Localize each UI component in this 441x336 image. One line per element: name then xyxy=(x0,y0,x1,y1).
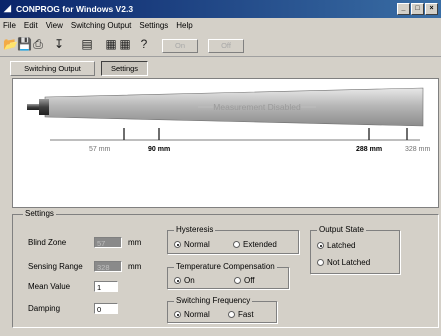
hysteresis-group: Hysteresis Normal Extended xyxy=(167,225,299,254)
frequency-fast-option[interactable]: Fast xyxy=(228,310,254,319)
sensor-range-graph: Measurement Disabled 57 mm 90 mm 288 mm … xyxy=(12,78,439,208)
settings-title: Settings xyxy=(23,209,56,218)
sensing-range-unit: mm xyxy=(128,262,142,271)
blind-zone-label: Blind Zone xyxy=(28,238,67,247)
tab-switching-output[interactable]: Switching Output xyxy=(10,61,95,76)
menu-switching-output[interactable]: Switching Output xyxy=(67,19,135,33)
blind-zone-unit: mm xyxy=(128,238,142,247)
help-icon[interactable]: ? xyxy=(137,37,151,51)
temperature-off-label: Off xyxy=(244,276,255,285)
temperature-compensation-title: Temperature Compensation xyxy=(174,262,277,271)
frequency-fast-label: Fast xyxy=(238,310,254,319)
hysteresis-normal-option[interactable]: Normal xyxy=(174,240,210,249)
radio-selected-icon[interactable] xyxy=(174,311,181,318)
output-latched-option[interactable]: Latched xyxy=(317,241,355,250)
damping-field[interactable]: 0 xyxy=(94,303,118,314)
sensing-range-field[interactable]: 328 xyxy=(94,261,122,272)
maximize-button[interactable]: □ xyxy=(411,3,424,15)
window-controls: _ □ × xyxy=(397,3,438,15)
sensor-head xyxy=(27,99,49,115)
radio-selected-icon[interactable] xyxy=(174,277,181,284)
menu-bar: File Edit View Switching Output Settings… xyxy=(0,19,441,33)
close-button[interactable]: × xyxy=(425,3,438,15)
print-icon[interactable]: ⎙ xyxy=(31,37,45,51)
tick-label-blind-zone: 57 mm xyxy=(89,146,111,153)
radio-selected-icon[interactable] xyxy=(174,241,181,248)
switching-frequency-group: Switching Frequency Normal Fast xyxy=(167,296,277,323)
radio-unselected-icon[interactable] xyxy=(233,241,240,248)
damping-label: Damping xyxy=(28,304,61,313)
blind-zone-field[interactable]: 57 xyxy=(94,237,122,248)
radio-unselected-icon[interactable] xyxy=(234,277,241,284)
app-icon: ◢ xyxy=(4,3,11,13)
output-state-title: Output State xyxy=(317,225,366,234)
menu-file[interactable]: File xyxy=(0,19,20,33)
open-icon[interactable]: 📂 xyxy=(3,37,18,51)
mean-value-field[interactable]: 1 xyxy=(94,281,118,292)
temperature-on-label: On xyxy=(184,276,195,285)
measurement-status: Measurement Disabled xyxy=(213,102,301,112)
tab-strip: Switching Output Settings xyxy=(0,56,441,77)
sensor-config-icon[interactable]: ▦ xyxy=(118,37,132,51)
hysteresis-title: Hysteresis xyxy=(174,225,216,234)
settings-panel: Settings Blind Zone 57 mm Sensing Range … xyxy=(12,209,439,328)
radio-selected-icon[interactable] xyxy=(317,242,324,249)
window-title: CONPROG for Windows V2.3 xyxy=(16,4,134,14)
frequency-normal-option[interactable]: Normal xyxy=(174,310,210,319)
output-state-group: Output State Latched Not Latched xyxy=(310,225,400,274)
radio-unselected-icon[interactable] xyxy=(228,311,235,318)
output-not-latched-label: Not Latched xyxy=(327,258,371,267)
output-not-latched-option[interactable]: Not Latched xyxy=(317,258,370,267)
radio-unselected-icon[interactable] xyxy=(317,259,324,266)
temperature-compensation-group: Temperature Compensation On Off xyxy=(167,262,289,289)
title-bar: ◢ CONPROG for Windows V2.3 _ □ × xyxy=(0,0,441,18)
menu-settings[interactable]: Settings xyxy=(135,19,172,33)
sensing-range-label: Sensing Range xyxy=(28,262,83,271)
switching-frequency-title: Switching Frequency xyxy=(174,296,253,305)
off-button[interactable]: Off xyxy=(208,39,244,53)
sensor-write-icon[interactable]: ▦ xyxy=(104,37,118,51)
temperature-on-option[interactable]: On xyxy=(174,276,195,285)
frequency-normal-label: Normal xyxy=(184,310,210,319)
hysteresis-extended-label: Extended xyxy=(243,240,277,249)
save-icon[interactable]: 💾 xyxy=(17,37,32,51)
hysteresis-normal-label: Normal xyxy=(184,240,210,249)
output-latched-label: Latched xyxy=(327,241,356,250)
hysteresis-extended-option[interactable]: Extended xyxy=(233,240,277,249)
mean-value-label: Mean Value xyxy=(28,282,71,291)
sensor-read-icon[interactable]: ▤ xyxy=(80,37,94,51)
tick-label-lower-switch-point: 90 mm xyxy=(148,146,170,153)
toolbar: 📂 💾 ⎙ ↧ ▤ ▦ ▦ ? On Off xyxy=(0,34,441,56)
menu-edit[interactable]: Edit xyxy=(20,19,42,33)
menu-help[interactable]: Help xyxy=(172,19,196,33)
menu-view[interactable]: View xyxy=(42,19,67,33)
download-icon[interactable]: ↧ xyxy=(52,37,66,51)
minimize-button[interactable]: _ xyxy=(397,3,410,15)
temperature-off-option[interactable]: Off xyxy=(234,276,255,285)
tick-label-sensing-range: 328 mm xyxy=(405,146,430,153)
tab-settings[interactable]: Settings xyxy=(101,61,148,76)
on-button[interactable]: On xyxy=(162,39,198,53)
tick-label-upper-switch-point: 288 mm xyxy=(356,146,382,153)
